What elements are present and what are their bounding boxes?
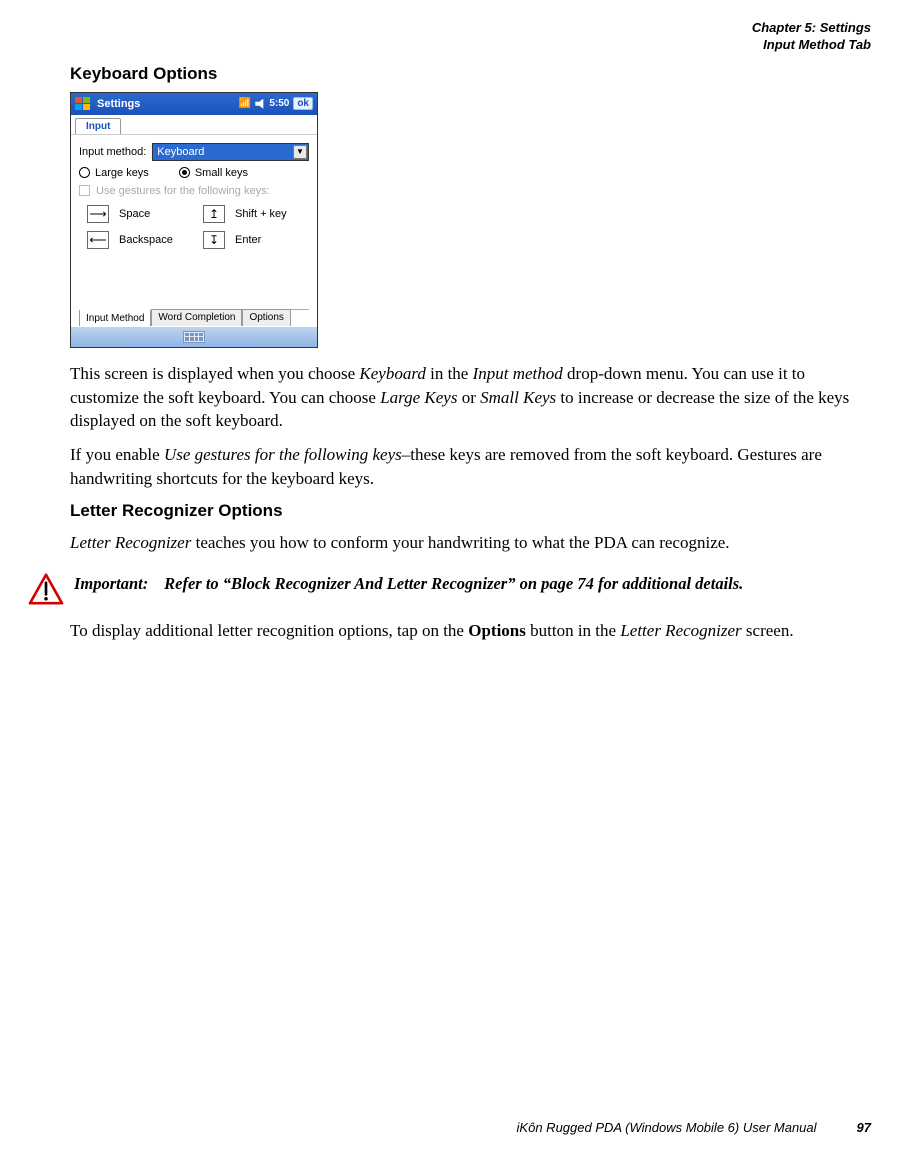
warning-triangle-icon — [28, 573, 64, 605]
important-callout: Important: Refer to “Block Recognizer An… — [28, 573, 871, 605]
radio-small-keys[interactable]: Small keys — [179, 167, 248, 179]
device-tray: 📶 5:50 ok — [239, 97, 313, 110]
paragraph-3: Letter Recognizer teaches you how to con… — [70, 531, 871, 555]
page-number: 97 — [857, 1120, 871, 1135]
gesture-backspace-icon: ⟵ — [87, 231, 109, 249]
important-text: Refer to “Block Recognizer And Letter Re… — [164, 574, 743, 593]
heading-letter-recognizer: Letter Recognizer Options — [70, 501, 871, 521]
gesture-shift-label: Shift + key — [235, 208, 315, 220]
footer-title: iKôn Rugged PDA (Windows Mobile 6) User … — [517, 1120, 817, 1135]
clock-text: 5:50 — [269, 98, 289, 109]
header-section: Input Method Tab — [70, 37, 871, 54]
device-titlebar: Settings 📶 5:50 ok — [71, 93, 317, 115]
app-tabbar: Input — [71, 115, 317, 135]
page-header: Chapter 5: Settings Input Method Tab — [70, 20, 871, 54]
gesture-space-label: Space — [119, 208, 199, 220]
gesture-backspace-label: Backspace — [119, 234, 199, 246]
keyboard-sip-icon[interactable] — [183, 331, 205, 343]
input-method-label: Input method: — [79, 146, 146, 158]
device-body: Input method: Keyboard ▼ Large keys Smal… — [71, 135, 317, 327]
tab-input-method[interactable]: Input Method — [79, 309, 151, 326]
signal-icon: 📶 — [239, 98, 251, 109]
bottom-tabs: Input Method Word Completion Options — [79, 309, 309, 327]
tab-word-completion[interactable]: Word Completion — [151, 309, 242, 326]
gesture-enter-label: Enter — [235, 234, 315, 246]
checkbox-unchecked-icon — [79, 185, 90, 196]
paragraph-2: If you enable Use gestures for the follo… — [70, 443, 871, 491]
page-footer: iKôn Rugged PDA (Windows Mobile 6) User … — [70, 1120, 871, 1135]
dropdown-value: Keyboard — [157, 146, 204, 158]
tab-options[interactable]: Options — [242, 309, 290, 326]
radio-unchecked-icon — [79, 167, 90, 178]
windows-flag-icon — [75, 97, 91, 111]
paragraph-4: To display additional letter recognition… — [70, 619, 871, 643]
speaker-icon — [255, 99, 265, 109]
device-title: Settings — [97, 98, 239, 110]
chevron-down-icon: ▼ — [293, 145, 307, 159]
tab-input[interactable]: Input — [75, 118, 121, 134]
pda-screenshot: Settings 📶 5:50 ok Input Input method: K… — [70, 92, 318, 348]
checkbox-gestures[interactable]: Use gestures for the following keys: — [79, 185, 309, 197]
heading-keyboard-options: Keyboard Options — [70, 64, 871, 84]
ok-button[interactable]: ok — [293, 97, 313, 110]
paragraph-1: This screen is displayed when you choose… — [70, 362, 871, 433]
gesture-enter-icon: ↧ — [203, 231, 225, 249]
gesture-space-icon: ⟶ — [87, 205, 109, 223]
input-method-dropdown[interactable]: Keyboard ▼ — [152, 143, 309, 161]
important-label: Important: — [74, 573, 160, 595]
gestures-label: Use gestures for the following keys: — [96, 185, 270, 197]
device-softbar — [71, 327, 317, 347]
header-chapter: Chapter 5: Settings — [70, 20, 871, 37]
radio-checked-icon — [179, 167, 190, 178]
large-keys-label: Large keys — [95, 167, 149, 179]
radio-large-keys[interactable]: Large keys — [79, 167, 149, 179]
small-keys-label: Small keys — [195, 167, 248, 179]
gesture-shift-icon: ↥ — [203, 205, 225, 223]
